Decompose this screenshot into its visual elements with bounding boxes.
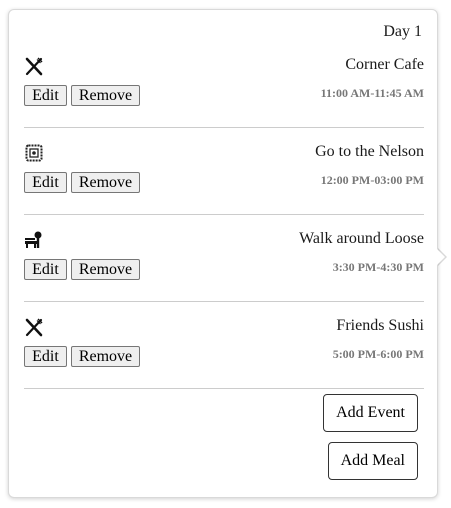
fork-knife-icon xyxy=(24,56,44,76)
event-time: 5:00 PM-6:00 PM xyxy=(332,347,424,361)
remove-button[interactable]: Remove xyxy=(71,85,140,106)
edit-button[interactable]: Edit xyxy=(24,172,67,193)
edit-button[interactable]: Edit xyxy=(24,85,67,106)
remove-button[interactable]: Remove xyxy=(71,172,140,193)
event-item: Walk around Loose Edit Remove 3:30 PM-4:… xyxy=(24,222,424,309)
event-item: Go to the Nelson Edit Remove 12:00 PM-03… xyxy=(24,135,424,222)
remove-button[interactable]: Remove xyxy=(71,346,140,367)
fork-knife-icon xyxy=(24,317,44,337)
event-time: 3:30 PM-4:30 PM xyxy=(332,260,424,274)
popover-arrow-inner xyxy=(436,248,445,266)
add-event-button[interactable]: Add Event xyxy=(323,394,418,432)
museum-frame-icon xyxy=(24,143,44,163)
event-time: 12:00 PM-03:00 PM xyxy=(320,173,424,187)
day-popover: Day 1 Corner Cafe Edit Remove 11:00 AM-1… xyxy=(8,9,438,498)
event-name: Corner Cafe xyxy=(345,56,424,73)
event-name: Go to the Nelson xyxy=(315,143,424,160)
event-item: Corner Cafe Edit Remove 11:00 AM-11:45 A… xyxy=(24,48,424,135)
event-name: Walk around Loose xyxy=(299,230,424,247)
event-name: Friends Sushi xyxy=(336,317,424,334)
day-title: Day 1 xyxy=(383,23,422,40)
event-time: 11:00 AM-11:45 AM xyxy=(320,86,424,100)
add-meal-button[interactable]: Add Meal xyxy=(327,442,418,480)
edit-button[interactable]: Edit xyxy=(24,259,67,280)
divider xyxy=(24,127,424,128)
park-bench-icon xyxy=(24,230,44,250)
divider xyxy=(24,214,424,215)
remove-button[interactable]: Remove xyxy=(71,259,140,280)
event-item: Friends Sushi Edit Remove 5:00 PM-6:00 P… xyxy=(24,309,424,396)
edit-button[interactable]: Edit xyxy=(24,346,67,367)
divider xyxy=(24,388,424,389)
divider xyxy=(24,301,424,302)
